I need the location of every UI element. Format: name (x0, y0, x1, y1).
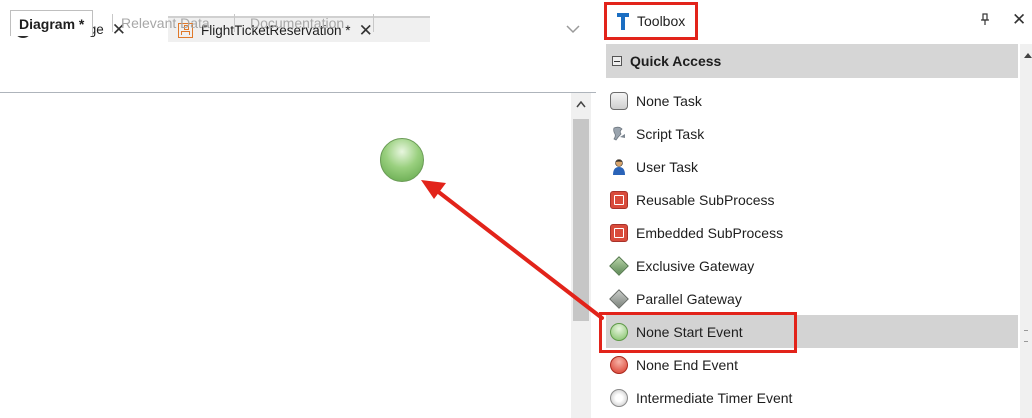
toolbox-title: Toolbox (637, 13, 686, 29)
exclusive-gateway-icon (609, 255, 629, 276)
user-task-icon (613, 158, 625, 175)
tool-label: None Task (636, 92, 702, 109)
toolbox-vertical-scrollbar[interactable] (1020, 44, 1032, 418)
tool-embedded-subprocess[interactable]: Embedded SubProcess (606, 216, 1018, 249)
tool-parallel-gateway[interactable]: Parallel Gateway (606, 282, 1018, 315)
toolbox-title-highlight[interactable]: Toolbox (604, 2, 698, 40)
quick-access-section[interactable]: Quick Access (606, 44, 1018, 78)
tool-exclusive-gateway[interactable]: Exclusive Gateway (606, 249, 1018, 282)
subtab-relevant-data[interactable]: Relevant Data (113, 10, 218, 36)
close-icon[interactable]: ✕ (359, 22, 373, 39)
tool-label: Exclusive Gateway (636, 257, 755, 274)
toolbox-icon (617, 12, 629, 30)
tool-label: Parallel Gateway (636, 290, 742, 307)
parallel-gateway-icon (609, 288, 629, 309)
subtab-separator (373, 14, 374, 32)
selected-tool-highlight (599, 312, 797, 353)
collapse-icon[interactable] (612, 56, 622, 66)
diagram-canvas[interactable] (0, 93, 570, 418)
reusable-subprocess-icon (610, 190, 628, 209)
tool-label: None End Event (636, 356, 738, 373)
subtab-diagram[interactable]: Diagram * (10, 10, 94, 36)
tool-script-task[interactable]: Script Task (606, 117, 1018, 150)
pin-icon[interactable] (980, 13, 990, 29)
toolbox-close-icon[interactable]: ✕ (1012, 10, 1026, 30)
tool-label: Embedded SubProcess (636, 224, 784, 241)
intermediate-timer-event-icon (610, 388, 628, 407)
tool-user-task[interactable]: User Task (606, 150, 1018, 183)
none-task-icon (610, 91, 628, 110)
section-label: Quick Access (630, 53, 722, 69)
tab-overflow-chevron-icon[interactable] (562, 16, 584, 42)
tool-label: Script Task (636, 125, 705, 142)
tool-label: User Task (636, 158, 698, 175)
script-task-icon (613, 126, 625, 141)
subtab-separator (234, 14, 235, 32)
toolbox-scroll-up-icon[interactable] (1024, 50, 1032, 60)
scroll-up-arrow-icon[interactable] (571, 97, 591, 111)
scrollbar-thumb[interactable] (573, 119, 589, 321)
tool-none-task[interactable]: None Task (606, 84, 1018, 117)
embedded-subprocess-icon (610, 223, 628, 242)
diagram-start-event[interactable] (380, 138, 424, 182)
tool-intermediate-timer-event[interactable]: Intermediate Timer Event (606, 381, 1018, 414)
scrollbar-grip-icon (1024, 330, 1028, 342)
subtab-bar (0, 44, 596, 93)
canvas-vertical-scrollbar[interactable] (571, 93, 591, 418)
tool-reusable-subprocess[interactable]: Reusable SubProcess (606, 183, 1018, 216)
tool-label: Intermediate Timer Event (636, 389, 793, 406)
subtab-documentation[interactable]: Documentation (242, 10, 352, 36)
tool-label: Reusable SubProcess (636, 191, 775, 208)
none-end-event-icon (610, 355, 628, 374)
